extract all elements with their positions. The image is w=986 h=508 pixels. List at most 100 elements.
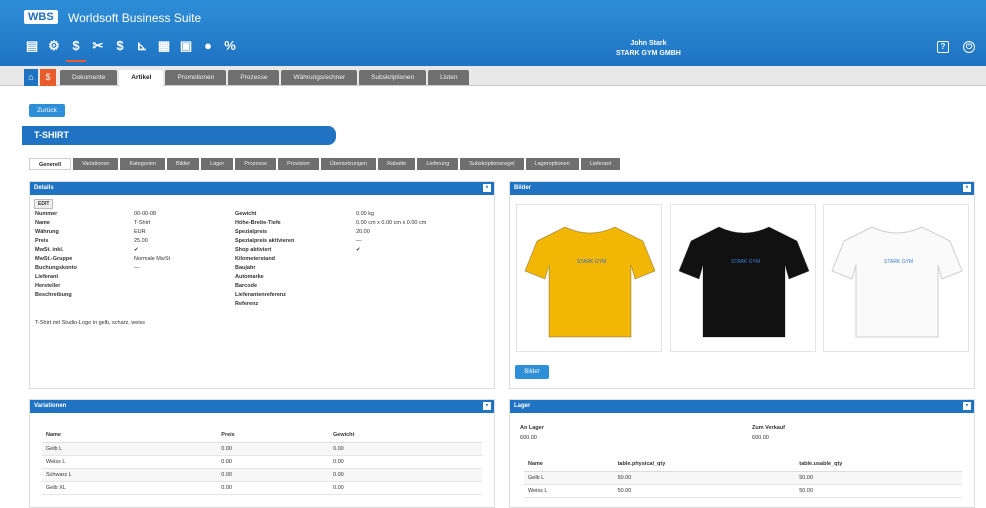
table-cell: Weiss L <box>524 484 614 498</box>
images-panel-title: Bilder <box>514 185 532 191</box>
detail-label: Baujahr <box>235 265 256 271</box>
table-cell: 50.00 <box>795 471 962 485</box>
column-header[interactable]: Gewicht <box>328 428 482 443</box>
user-info[interactable]: John Stark STARK GYM GMBH <box>616 39 681 59</box>
tab-dokumente[interactable]: Dokumente <box>60 70 118 85</box>
tab-subskriptionen[interactable]: Subskriptionen <box>359 70 427 85</box>
table-row[interactable]: Weiss L 0.00 0.00 <box>42 455 482 469</box>
detail-value: 00-00-08 <box>134 211 157 217</box>
subtab-prozesse[interactable]: Prozesse <box>235 158 277 170</box>
chart-icon[interactable]: ⊾ <box>134 38 150 54</box>
detail-value: 20.00 <box>356 229 370 235</box>
users-icon[interactable]: ● <box>200 38 216 54</box>
for-sale-value: 600.00 <box>752 435 769 441</box>
tab-listen[interactable]: Listen <box>428 70 470 85</box>
minimize-icon[interactable]: ▪ <box>963 402 971 410</box>
subtab-lager[interactable]: Lager <box>201 158 234 170</box>
table-cell: Weiss L <box>42 455 218 469</box>
home-icon[interactable]: ⌂ <box>24 69 38 86</box>
finance-icon[interactable]: $ <box>112 38 128 54</box>
table-row[interactable]: Gelb L 50.00 50.00 <box>524 471 962 485</box>
minimize-icon[interactable]: ▪ <box>963 184 971 192</box>
detail-label: Buchungskonto <box>35 265 77 271</box>
description-text: T-Shirt mit Studio-Logo in gelb, scharz,… <box>35 320 146 326</box>
detail-value: 0.00 cm x 0.00 cm x 0.00 cm <box>356 220 427 226</box>
table-row[interactable]: Gelb XL 0.00 0.00 <box>42 481 482 495</box>
tab-artikel[interactable]: Artikel <box>119 70 164 86</box>
details-panel: Details ▪ EDIT Nummer 00-00-08 Name T-Shirt… <box>29 181 495 389</box>
user-company: STARK GYM GMBH <box>616 50 681 57</box>
table-row[interactable]: Weiss L 50.00 50.00 <box>524 484 962 498</box>
table-cell: 0.00 <box>217 481 329 495</box>
detail-value: — <box>356 238 362 244</box>
tools-icon[interactable]: ✂ <box>90 38 106 54</box>
subtab-lageroptionen[interactable]: Lageroptionen <box>525 158 579 170</box>
stock-panel-title: Lager <box>514 403 531 409</box>
detail-value: T-Shirt <box>134 220 151 226</box>
column-header[interactable]: table.physical_qty <box>613 457 796 472</box>
subtab-generell[interactable]: Generell <box>29 158 72 170</box>
subtab-bilder[interactable]: Bilder <box>167 158 200 170</box>
app-title: Worldsoft Business Suite <box>68 11 202 25</box>
table-cell: Gelb L <box>42 442 218 456</box>
detail-label: Lieferant <box>35 274 59 280</box>
minimize-icon[interactable]: ▪ <box>483 184 491 192</box>
user-settings-icon[interactable]: ⚙ <box>46 38 62 54</box>
table-row[interactable]: Gelb L 0.00 0.00 <box>42 442 482 456</box>
detail-label: Spezialpreis <box>235 229 268 235</box>
product-image[interactable]: STARK GYM <box>516 204 662 352</box>
column-header[interactable]: Name <box>524 457 614 472</box>
detail-value: ✔ <box>134 247 139 253</box>
product-image[interactable]: STARK GYM <box>670 204 816 352</box>
calendar-icon[interactable]: ▦ <box>156 38 172 54</box>
table-cell: Gelb L <box>524 471 614 485</box>
detail-value: ✔ <box>356 247 361 253</box>
subtab-kategorien[interactable]: Kategorien <box>120 158 166 170</box>
percent-icon[interactable]: % <box>222 38 238 54</box>
variations-panel-header: Variationen ▪ <box>30 400 494 413</box>
minimize-icon[interactable]: ▪ <box>483 402 491 410</box>
details-panel-title: Details <box>34 185 54 191</box>
subtab-lieferung[interactable]: Lieferung <box>417 158 459 170</box>
table-cell: Gelb XL <box>42 481 218 495</box>
tab-währungsrechner[interactable]: Währungsrechner <box>281 70 358 85</box>
detail-value: EUR <box>134 229 146 235</box>
subtab-variationen[interactable]: Variationen <box>73 158 119 170</box>
subtab-subskriptionsregel[interactable]: Subskriptionsregel <box>460 158 524 170</box>
sales-icon[interactable]: $ <box>40 69 56 86</box>
power-icon[interactable]: ⏻ <box>963 41 975 53</box>
table-cell: 0.00 <box>217 442 329 456</box>
table-cell: 50.00 <box>795 484 962 498</box>
subtab-rabatte[interactable]: Rabatte <box>378 158 416 170</box>
subtab-übersetzungen[interactable]: Übersetzungen <box>320 158 377 170</box>
messages-icon[interactable]: ▣ <box>178 38 194 54</box>
back-button[interactable]: Zurück <box>29 104 65 117</box>
help-icon[interactable]: ? <box>937 41 949 53</box>
nav-bar: ⌂ $ Dokumente Artikel Promotionen Prozesse W… <box>0 66 986 86</box>
table-cell: 0.00 <box>328 468 482 482</box>
table-row[interactable]: Schwarz L 0.00 0.00 <box>42 468 482 482</box>
product-image[interactable]: STARK GYM <box>823 204 969 352</box>
for-sale-label: Zum Verkauf <box>752 425 786 431</box>
table-cell: Schwarz L <box>42 468 218 482</box>
contact-card-icon[interactable]: ▤ <box>24 38 40 54</box>
column-header[interactable]: Name <box>42 428 218 443</box>
tab-prozesse[interactable]: Prozesse <box>228 70 280 85</box>
tab-promotionen[interactable]: Promotionen <box>165 70 227 85</box>
images-panel: Bilder ▪ STARK GYM STARK GYM STARK GYM Bil… <box>509 181 975 389</box>
stock-panel-header: Lager ▪ <box>510 400 974 413</box>
detail-label: Automarke <box>235 274 264 280</box>
column-header[interactable]: table.usable_qty <box>795 457 962 472</box>
detail-value: Normale MwSt <box>134 256 171 262</box>
subtab-lieferant[interactable]: Lieferant <box>580 158 621 170</box>
edit-button[interactable]: EDIT <box>34 199 54 209</box>
detail-value: 25.00 <box>134 238 148 244</box>
detail-label: Spezialpreis aktivieren <box>235 238 295 244</box>
subtab-provision[interactable]: Provision <box>278 158 319 170</box>
column-header[interactable]: Preis <box>217 428 329 443</box>
detail-label: Name <box>35 220 50 226</box>
images-button[interactable]: Bilder <box>515 365 549 379</box>
sales-icon[interactable]: $ <box>66 38 86 62</box>
detail-label: Preis <box>35 238 49 244</box>
in-stock-label: An Lager <box>520 425 544 431</box>
